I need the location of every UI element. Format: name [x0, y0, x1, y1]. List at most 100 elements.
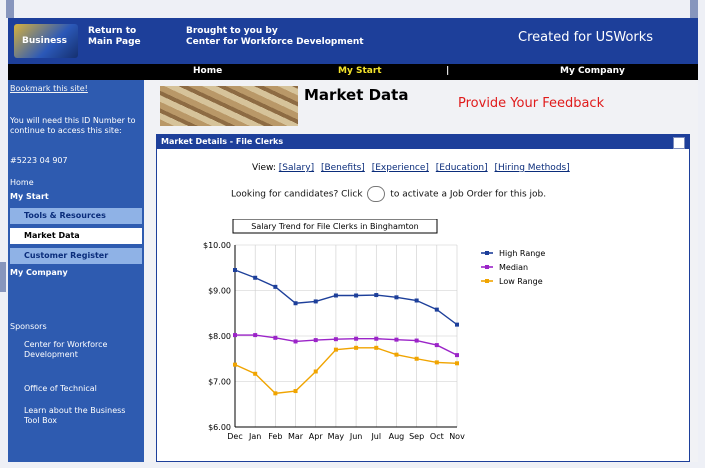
series-point	[354, 345, 359, 350]
created-for: Created for USWorks	[518, 30, 654, 45]
salary-trend-chart: Salary Trend for File Clerks in Binghamt…	[203, 219, 545, 441]
sidebar-customer-register[interactable]: Customer Register	[10, 248, 142, 264]
series-point	[333, 347, 338, 352]
sidebar: Bookmark this site! You will need this I…	[8, 80, 144, 462]
series-line	[234, 269, 458, 326]
x-tick-label: Sep	[409, 432, 424, 441]
return-main-page-link[interactable]: Return to Main Page	[88, 26, 152, 48]
id-number: #5223 04 907	[10, 156, 68, 165]
series-point	[434, 343, 439, 348]
frame-corner-right	[690, 0, 698, 18]
center-name: Center for Workforce Development	[186, 37, 364, 47]
series-point	[374, 336, 379, 341]
panel-title: Market Details - File Clerks	[161, 137, 284, 146]
series-point	[455, 322, 459, 327]
sponsor-office-link[interactable]: Office of Technical	[24, 384, 134, 394]
view-label: View:	[252, 163, 276, 173]
series-point	[354, 293, 359, 298]
view-education-link[interactable]: [Education]	[436, 163, 488, 173]
frame-corner-left	[6, 0, 14, 18]
x-tick-label: Aug	[389, 432, 405, 441]
nav-home[interactable]: Home	[193, 66, 222, 76]
y-tick-label: $10.00	[203, 241, 231, 250]
view-benefits-link[interactable]: [Benefits]	[321, 163, 365, 173]
series-point	[253, 333, 258, 338]
x-tick-label: Jun	[349, 432, 363, 441]
x-tick-label: Mar	[288, 432, 304, 441]
series-point	[333, 337, 338, 342]
x-tick-label: Feb	[268, 432, 282, 441]
job-order-text-2: to activate a Job Order for this job.	[390, 189, 547, 200]
brought-by-label: Brought to you by	[186, 26, 278, 36]
series-point	[233, 333, 237, 338]
x-tick-label: Oct	[430, 432, 444, 441]
main-content: Market Data Provide Your Feedback Market…	[144, 80, 698, 462]
sidebar-customer-register-label: Customer Register	[24, 251, 109, 260]
bookmark-link[interactable]: Bookmark this site!	[10, 84, 88, 94]
sidebar-my-company[interactable]: My Company	[10, 268, 68, 278]
view-salary-link[interactable]: [Salary]	[279, 163, 314, 173]
x-tick-label: Jan	[248, 432, 261, 441]
view-hiring-link[interactable]: [Hiring Methods]	[495, 163, 570, 173]
series-point	[354, 336, 359, 341]
top-nav: Home My Start | My Company	[8, 64, 698, 80]
feedback-link[interactable]: Provide Your Feedback	[458, 96, 604, 111]
chart-title: Salary Trend for File Clerks in Binghamt…	[251, 222, 419, 231]
panel-close-icon[interactable]	[673, 137, 685, 149]
job-order-text-1: Looking for candidates? Click	[231, 189, 363, 200]
id-instructions: You will need this ID Number to continue…	[10, 116, 136, 135]
nav-my-start[interactable]: My Start	[338, 66, 382, 76]
view-experience-link[interactable]: [Experience]	[372, 163, 429, 173]
series-point	[455, 361, 459, 366]
view-options: View: [Salary] [Benefits] [Experience] […	[252, 163, 574, 173]
sidebar-tools-label: Tools & Resources	[24, 211, 106, 220]
series-point	[333, 293, 338, 298]
sidebar-market-data[interactable]: Market Data	[10, 228, 142, 244]
market-photo	[160, 86, 298, 126]
series-point	[455, 353, 459, 358]
y-tick-label: $8.00	[208, 332, 231, 341]
x-tick-label: Jul	[370, 432, 381, 441]
series-point	[293, 301, 298, 306]
series-point	[273, 391, 278, 396]
series-point	[253, 371, 258, 376]
series-point	[313, 338, 318, 343]
job-order-icon[interactable]	[367, 186, 386, 202]
sidebar-my-start[interactable]: My Start	[10, 192, 49, 202]
series-point	[374, 345, 379, 350]
series-point	[394, 295, 399, 300]
series-point	[273, 284, 278, 289]
page-title: Market Data	[304, 86, 409, 104]
series-point	[313, 369, 318, 374]
series-point	[374, 293, 379, 298]
series-line	[235, 334, 458, 356]
job-order-prompt: Looking for candidates? Click to activat…	[231, 186, 546, 202]
series-point	[293, 389, 298, 394]
series-point	[233, 268, 237, 273]
y-tick-label: $6.00	[208, 423, 231, 432]
series-point	[293, 339, 298, 344]
x-tick-label: Dec	[227, 432, 242, 441]
header: Business Return to Main Page Brought to …	[8, 18, 698, 64]
series-point	[414, 338, 419, 343]
sponsor-center-link[interactable]: Center for Workforce Development	[24, 340, 134, 360]
series-point	[434, 307, 439, 312]
legend-label: Low Range	[499, 277, 543, 286]
legend-label: High Range	[499, 249, 545, 258]
brought-by: Brought to you by Center for Workforce D…	[186, 26, 446, 48]
nav-my-company[interactable]: My Company	[560, 66, 625, 76]
y-tick-label: $7.00	[208, 378, 231, 387]
business-logo-icon[interactable]: Business	[14, 24, 78, 58]
series-point	[394, 337, 399, 342]
series-line	[234, 347, 458, 395]
panel-title-bar: Market Details - File Clerks	[157, 135, 689, 149]
frame-left-marker	[0, 262, 6, 292]
sidebar-home[interactable]: Home	[10, 178, 34, 188]
market-details-panel: Market Details - File Clerks View: [Sala…	[156, 134, 690, 462]
learn-about-link[interactable]: Learn about the Business Tool Box	[24, 406, 134, 426]
sidebar-tools[interactable]: Tools & Resources	[10, 208, 142, 224]
x-tick-label: Apr	[309, 432, 324, 441]
sponsors-label: Sponsors	[10, 322, 47, 331]
series-point	[273, 335, 278, 340]
series-point	[313, 299, 318, 304]
